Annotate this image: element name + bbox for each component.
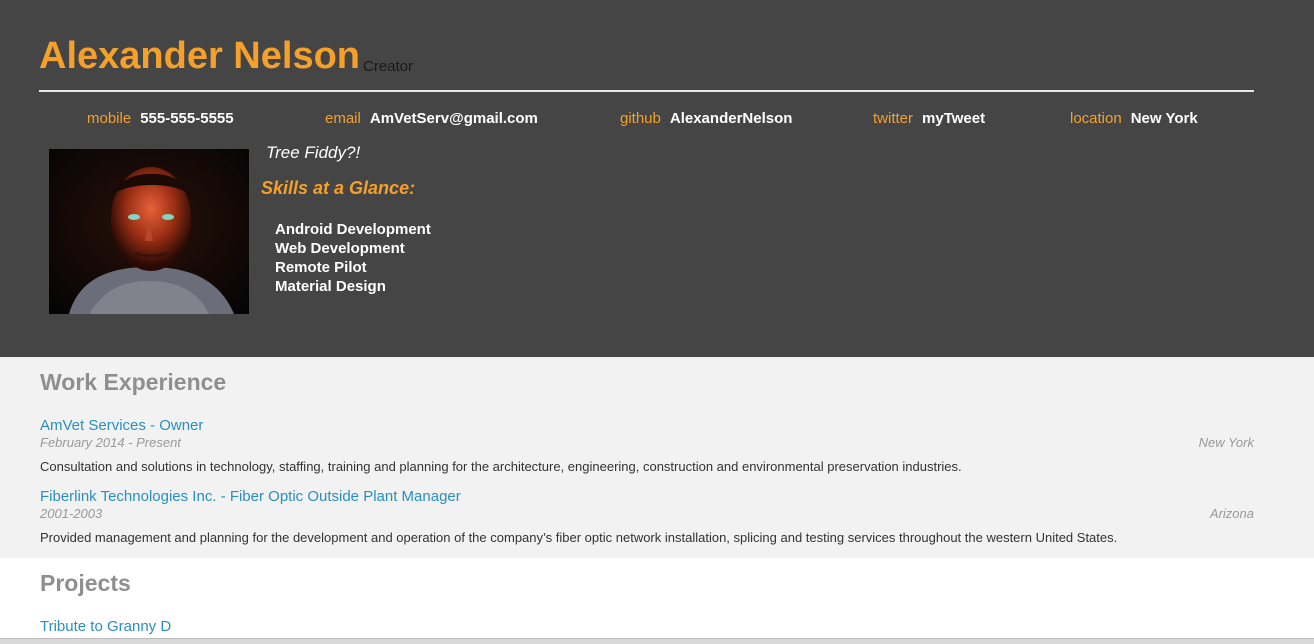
skills-list: Android Development Web Development Remo…	[275, 220, 431, 296]
skill-item: Android Development	[275, 221, 431, 238]
job-dates: 2001-2003	[40, 506, 103, 521]
work-experience-section: Work Experience AmVet Services - Owner F…	[0, 357, 1314, 558]
person-role: Creator	[363, 58, 414, 75]
job-description: Provided management and planning for the…	[40, 530, 1118, 545]
portrait-image	[49, 149, 249, 314]
contact-value[interactable]: AlexanderNelson	[670, 110, 793, 127]
job-description: Consultation and solutions in technology…	[40, 459, 962, 474]
header-divider	[39, 90, 1254, 92]
projects-section: Projects Tribute to Granny D	[0, 558, 1314, 643]
section-title: Projects	[40, 570, 131, 596]
job-title-link[interactable]: Fiberlink Technologies Inc. - Fiber Opti…	[40, 488, 461, 505]
contact-twitter[interactable]: twitter myTweet	[873, 110, 985, 127]
contact-label: location	[1070, 110, 1122, 127]
contact-github[interactable]: github AlexanderNelson	[620, 110, 792, 127]
section-title: Work Experience	[40, 369, 227, 395]
skill-item: Material Design	[275, 278, 386, 295]
contact-label: mobile	[87, 110, 132, 127]
job-location: Arizona	[1209, 506, 1254, 521]
contact-email[interactable]: email AmVetServ@gmail.com	[325, 110, 538, 127]
horizontal-scrollbar[interactable]	[0, 638, 1314, 644]
tagline: Tree Fiddy?!	[266, 143, 361, 162]
contact-label: github	[620, 110, 661, 127]
contact-label: email	[325, 110, 361, 127]
skill-item: Remote Pilot	[275, 259, 367, 276]
job-location: New York	[1198, 435, 1254, 450]
contact-value[interactable]: myTweet	[922, 110, 985, 127]
job-title-link[interactable]: AmVet Services - Owner	[40, 417, 203, 434]
contact-location: location New York	[1070, 110, 1198, 127]
profile-photo	[49, 149, 249, 314]
job-dates: February 2014 - Present	[40, 435, 181, 450]
skill-item: Web Development	[275, 240, 405, 257]
contact-value: New York	[1130, 110, 1198, 127]
contact-mobile: mobile 555-555-5555	[87, 110, 234, 127]
contact-label: twitter	[873, 110, 914, 127]
project-title-link[interactable]: Tribute to Granny D	[40, 618, 171, 635]
person-name: Alexander Nelson	[39, 35, 360, 77]
contact-value[interactable]: AmVetServ@gmail.com	[370, 110, 538, 127]
skills-title: Skills at a Glance:	[261, 178, 416, 198]
contact-value: 555-555-5555	[140, 110, 234, 127]
resume-header: Alexander Nelson Creator mobile 555-555-5…	[0, 0, 1314, 357]
